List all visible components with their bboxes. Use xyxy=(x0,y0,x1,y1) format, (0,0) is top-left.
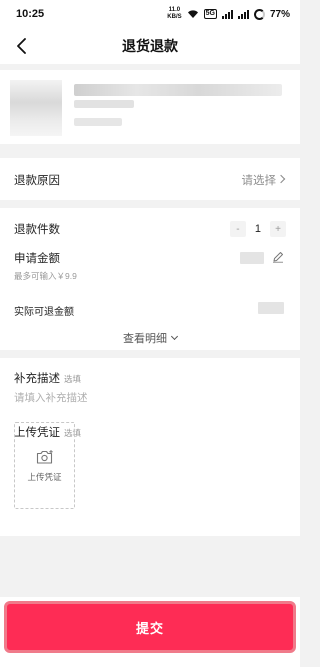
refund-reason-row[interactable]: 退款原因 请选择 xyxy=(0,158,300,200)
supplement-optional: 选填 xyxy=(64,374,82,384)
submit-bar: 提交 xyxy=(0,597,300,667)
back-button[interactable] xyxy=(12,36,32,56)
chevron-down-icon xyxy=(170,332,179,341)
signal-icon-2 xyxy=(237,9,249,19)
product-sku-blur xyxy=(74,118,122,126)
submit-button[interactable]: 提交 xyxy=(4,601,296,653)
refund-qty-label: 退款件数 xyxy=(14,224,60,236)
apply-amount-hint: 最多可输入￥9.9 xyxy=(14,271,77,281)
refund-amount-card: 退款件数 - 1 + 申请金额 最多可输入￥9.9 实际可退金额 查看明细 xyxy=(0,208,300,350)
signal-icon xyxy=(221,9,233,19)
quantity-stepper: - 1 + xyxy=(229,221,286,237)
wifi-icon xyxy=(187,10,198,18)
page-title: 退货退款 xyxy=(122,38,178,54)
product-card xyxy=(0,70,300,144)
refund-reason-label: 退款原因 xyxy=(14,175,60,187)
status-bar: 10:25 11.0 KB/S 5G 77% xyxy=(0,0,300,28)
status-icons: 11.0 KB/S 5G 77% xyxy=(167,7,290,21)
product-title-blur-2 xyxy=(74,100,134,108)
camera-plus-icon xyxy=(36,449,53,464)
product-title-blur xyxy=(74,84,282,96)
actual-refund-value-blur xyxy=(258,302,284,314)
supplement-label: 补充描述 xyxy=(14,373,60,385)
chevron-left-icon xyxy=(17,38,26,54)
view-details-label: 查看明细 xyxy=(123,333,167,345)
battery-level: 77% xyxy=(269,8,290,20)
quantity-value: 1 xyxy=(254,223,261,235)
supplement-input[interactable] xyxy=(14,392,286,404)
battery-icon xyxy=(253,8,265,20)
upload-box-label: 上传凭证 xyxy=(27,471,62,482)
nav-bar: 退货退款 xyxy=(0,28,300,64)
product-image xyxy=(10,80,62,136)
apply-amount-label: 申请金额 xyxy=(14,253,60,265)
supplement-heading: 补充描述 选填 xyxy=(14,370,81,386)
refund-reason-value: 请选择 xyxy=(241,175,277,187)
pencil-icon[interactable] xyxy=(272,251,284,263)
actual-refund-label: 实际可退金额 xyxy=(14,307,74,318)
status-time: 10:25 xyxy=(16,8,45,20)
net-speed: 11.0 KB/S xyxy=(167,7,182,20)
decrease-button[interactable]: - xyxy=(229,221,246,237)
chevron-right-icon xyxy=(276,174,286,184)
network-badge: 5G xyxy=(203,9,217,19)
submit-label: 提交 xyxy=(135,620,164,636)
increase-button[interactable]: + xyxy=(270,221,286,237)
view-details-link[interactable]: 查看明细 xyxy=(0,330,300,346)
apply-amount-value-blur[interactable] xyxy=(240,252,264,264)
upload-proof-button[interactable]: 上传凭证 xyxy=(14,422,75,509)
